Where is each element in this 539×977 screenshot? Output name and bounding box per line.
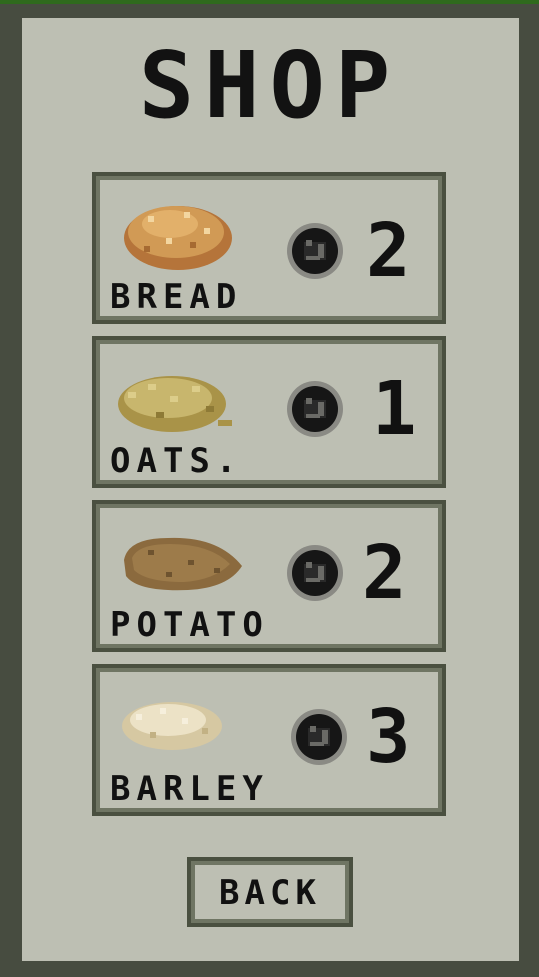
item-name: BARLEY (110, 769, 269, 809)
shop-panel (22, 18, 519, 961)
shop-title: SHOP (138, 32, 401, 139)
back-button-label: BACK (219, 873, 321, 913)
shop-item-oats[interactable]: 1 OATS. (92, 336, 446, 488)
coin-icon (287, 223, 343, 279)
shop-item-potato[interactable]: 2 POTATO (92, 500, 446, 652)
item-price: 1 (372, 366, 417, 452)
coin-icon (287, 381, 343, 437)
item-name: OATS. (110, 441, 243, 481)
coin-icon (287, 545, 343, 601)
bread-icon (124, 206, 232, 270)
oats-icon (118, 376, 232, 432)
shop-item-barley[interactable]: 3 BARLEY (92, 664, 446, 816)
item-price: 3 (366, 694, 411, 780)
barley-icon (122, 702, 222, 750)
coin-icon (291, 709, 347, 765)
back-button[interactable]: BACK (187, 857, 353, 927)
item-price: 2 (366, 208, 411, 294)
top-strip (0, 0, 539, 4)
item-price: 2 (362, 530, 407, 616)
item-name: BREAD (110, 277, 243, 317)
item-name: POTATO (110, 605, 269, 645)
potato-icon (124, 537, 242, 591)
shop-item-bread[interactable]: 2 BREAD (92, 172, 446, 324)
